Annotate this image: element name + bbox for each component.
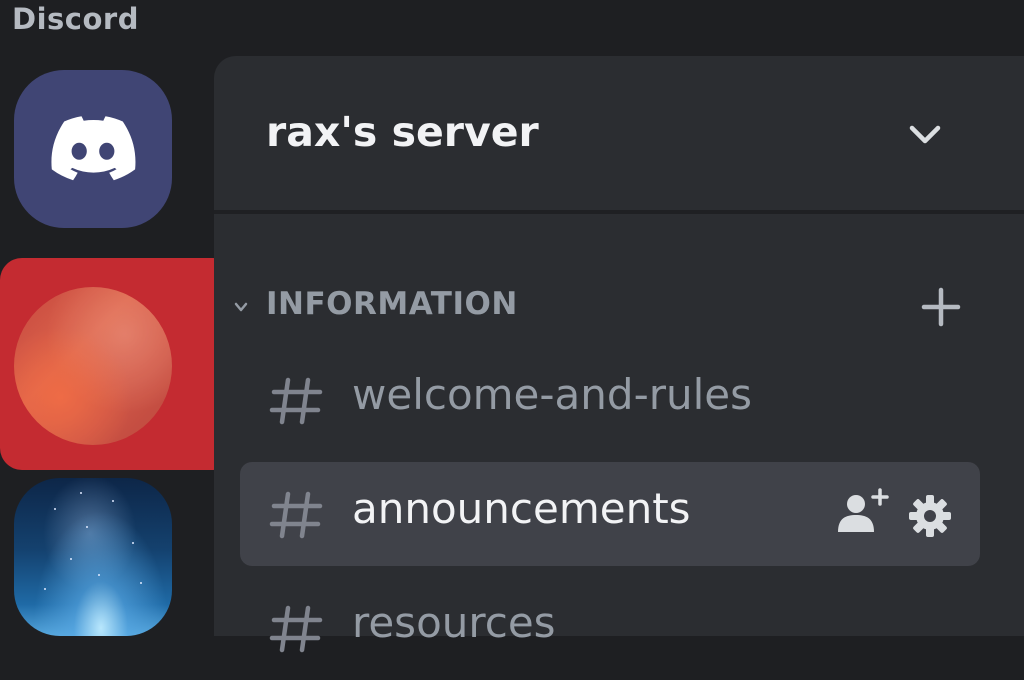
gear-icon[interactable]: [908, 494, 952, 538]
channel-label: welcome-and-rules: [352, 370, 753, 419]
server-icon-nebula[interactable]: [14, 287, 172, 445]
invite-user-icon[interactable]: [836, 488, 890, 536]
channel-announcements[interactable]: announcements: [240, 462, 980, 566]
hash-icon: [269, 491, 323, 539]
app-title: Discord: [12, 2, 139, 36]
plus-icon[interactable]: [920, 286, 962, 328]
hash-icon: [269, 605, 323, 653]
server-icon-night-sky[interactable]: [14, 478, 172, 636]
discord-logo-icon: [51, 116, 136, 181]
channel-welcome-and-rules[interactable]: welcome-and-rules: [240, 348, 980, 452]
server-name: rax's server: [266, 108, 539, 156]
category-information[interactable]: INFORMATION: [228, 282, 968, 334]
channel-label: resources: [352, 598, 556, 647]
title-bar: Discord: [0, 0, 1024, 56]
category-label: INFORMATION: [266, 286, 518, 322]
server-header[interactable]: rax's server: [214, 56, 1024, 214]
channel-sidebar: rax's server INFORMATION welcome-and-rul…: [214, 56, 1024, 653]
home-button[interactable]: [14, 70, 172, 228]
hash-icon: [269, 377, 323, 425]
channel-label: announcements: [352, 484, 691, 533]
chevron-down-icon[interactable]: [906, 116, 944, 154]
channel-resources[interactable]: resources: [240, 576, 980, 680]
collapse-arrow-icon: [234, 302, 248, 312]
